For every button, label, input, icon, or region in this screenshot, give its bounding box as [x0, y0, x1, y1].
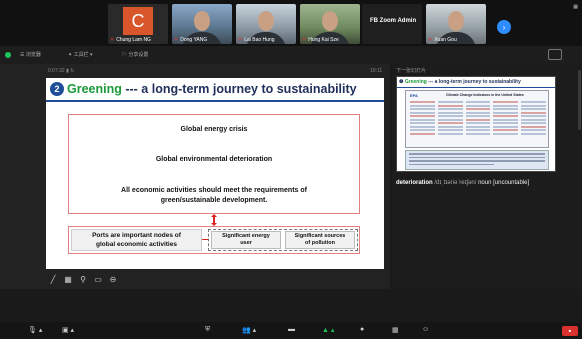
slide-title: 2 Greening --- a long-term journey to sus… [50, 82, 357, 96]
mic-muted-icon: ✕ [302, 37, 307, 43]
mic-icon[interactable]: 🎙 ▴ [28, 326, 42, 334]
view-toggle-button[interactable] [548, 49, 562, 60]
pen-icon[interactable]: ╱ [48, 274, 58, 284]
participant-gallery: C ✕ Chung Lam NG ✕ Dong YANG ✕ Lai Bao Hung… [0, 0, 582, 46]
energy-user-node: Significant energy user [211, 231, 281, 249]
participant-name: Hung Kai Sze [308, 37, 339, 43]
end-meeting-button[interactable]: ■ [562, 326, 578, 336]
participant-video [322, 11, 338, 31]
participant-name: FB Zoom Admin [370, 18, 417, 24]
camera-icon[interactable]: ▣ ▴ [62, 326, 74, 334]
next-slide-label: 下一张幻灯片 [396, 68, 427, 74]
participant-name: Xuan Gou [434, 37, 457, 43]
toolbar-item[interactable]: ✦ 工具栏 ▾ [68, 51, 92, 58]
participant-tile[interactable]: ✕ Lai Bao Hung [236, 4, 296, 44]
security-icon[interactable]: ⛨ [205, 326, 210, 334]
screen-icon[interactable]: ▭ [93, 274, 103, 284]
double-arrow-icon [211, 214, 217, 226]
mic-muted-icon: ✕ [110, 37, 115, 43]
connection-status-icon [5, 52, 11, 58]
more-options-icon[interactable]: ⊖ [108, 274, 118, 284]
thumb-figure-title: Climate Change Indicators in the United … [446, 93, 524, 97]
participant-tile[interactable]: ✕ Hung Kai Sze [300, 4, 360, 44]
chat-icon[interactable]: ▬ [288, 326, 295, 333]
dictionary-entry: deterioration /dɪˌtɪəriəˈreɪʃən/ noun [u… [396, 180, 530, 186]
participant-tile[interactable]: C ✕ Chung Lam NG [108, 4, 168, 44]
thumb-title: ❷ Greening --- a long-term journey to su… [399, 79, 521, 85]
share-screen-icon[interactable]: ▲ ▴ [322, 326, 334, 334]
gallery-next-button[interactable]: › [497, 20, 511, 34]
participant-name: Lai Bao Hung [244, 37, 275, 43]
slide-text: green/sustainable development. [160, 197, 268, 204]
share-toolbar: ☰ 浏览器 ✦ 工具栏 ▾ ▷ 分享设置 [0, 46, 582, 64]
zoom-icon[interactable]: ⚲ [78, 274, 88, 284]
participant-tile[interactable]: ✕ Dong YANG [172, 4, 232, 44]
meeting-controls: 🎙 ▴ ▣ ▴ ⛨ 👥 ▴ ▬ ▲ ▴ ● ▦ ☺ [0, 322, 582, 339]
toolbar-item[interactable]: ☰ 浏览器 [20, 51, 41, 58]
thumb-figure: EPA Climate Change Indicators in the Uni… [405, 90, 549, 148]
participant-video [448, 11, 464, 31]
ports-node: Ports are important nodes of global econo… [71, 229, 202, 251]
participant-video [258, 11, 274, 31]
slide-number-badge: 2 [50, 82, 64, 96]
view-indicator-icon[interactable]: ▦ [573, 4, 578, 10]
context-box: Global energy crisis Global environmenta… [68, 114, 360, 214]
thumb-note [405, 150, 549, 170]
record-icon[interactable]: ● [360, 326, 364, 333]
participant-video [194, 11, 210, 31]
participant-tile[interactable]: ✕ Xuan Gou [426, 4, 486, 44]
panel-scrollbar[interactable] [578, 70, 581, 130]
slides-grid-icon[interactable]: ▦ [63, 274, 73, 284]
mic-muted-icon: ✕ [428, 37, 433, 43]
current-slide: 2 Greening --- a long-term journey to sus… [46, 78, 384, 269]
slide-status: 0:07:32 ▮ ↻ 10:11 [0, 66, 390, 76]
participant-name: Dong YANG [180, 37, 208, 43]
annotation-tools: ╱ ▦ ⚲ ▭ ⊖ [48, 272, 118, 286]
mic-muted-icon: ✕ [238, 37, 243, 43]
toolbar-item[interactable]: ▷ 分享设置 [122, 51, 148, 58]
ports-box: Ports are important nodes of global econo… [68, 226, 360, 254]
participant-name: Chung Lam NG [116, 37, 151, 43]
epa-logo: EPA [410, 93, 418, 98]
next-slide-thumbnail[interactable]: ❷ Greening --- a long-term journey to su… [396, 76, 556, 172]
elapsed-time: 0:07:32 ▮ ↻ [48, 68, 75, 74]
pollution-node: Significant sources of pollution [285, 231, 355, 249]
slide-text: All economic activities should meet the … [121, 187, 307, 194]
participants-icon[interactable]: 👥 ▴ [242, 326, 256, 334]
clock-time: 10:11 [370, 68, 383, 74]
mic-muted-icon: ✕ [174, 37, 179, 43]
slide-text: Global energy crisis [180, 126, 248, 133]
slide-text: Global environmental deterioration [155, 156, 273, 163]
slide-title-bar: 2 Greening --- a long-term journey to sus… [46, 78, 384, 102]
reactions-icon[interactable]: ☺ [422, 326, 429, 333]
impact-group: Significant energy user Significant sourc… [208, 229, 358, 251]
participant-avatar: C [123, 7, 153, 35]
apps-icon[interactable]: ▦ [392, 326, 399, 334]
participant-tile[interactable]: FB Zoom Admin [362, 4, 422, 44]
